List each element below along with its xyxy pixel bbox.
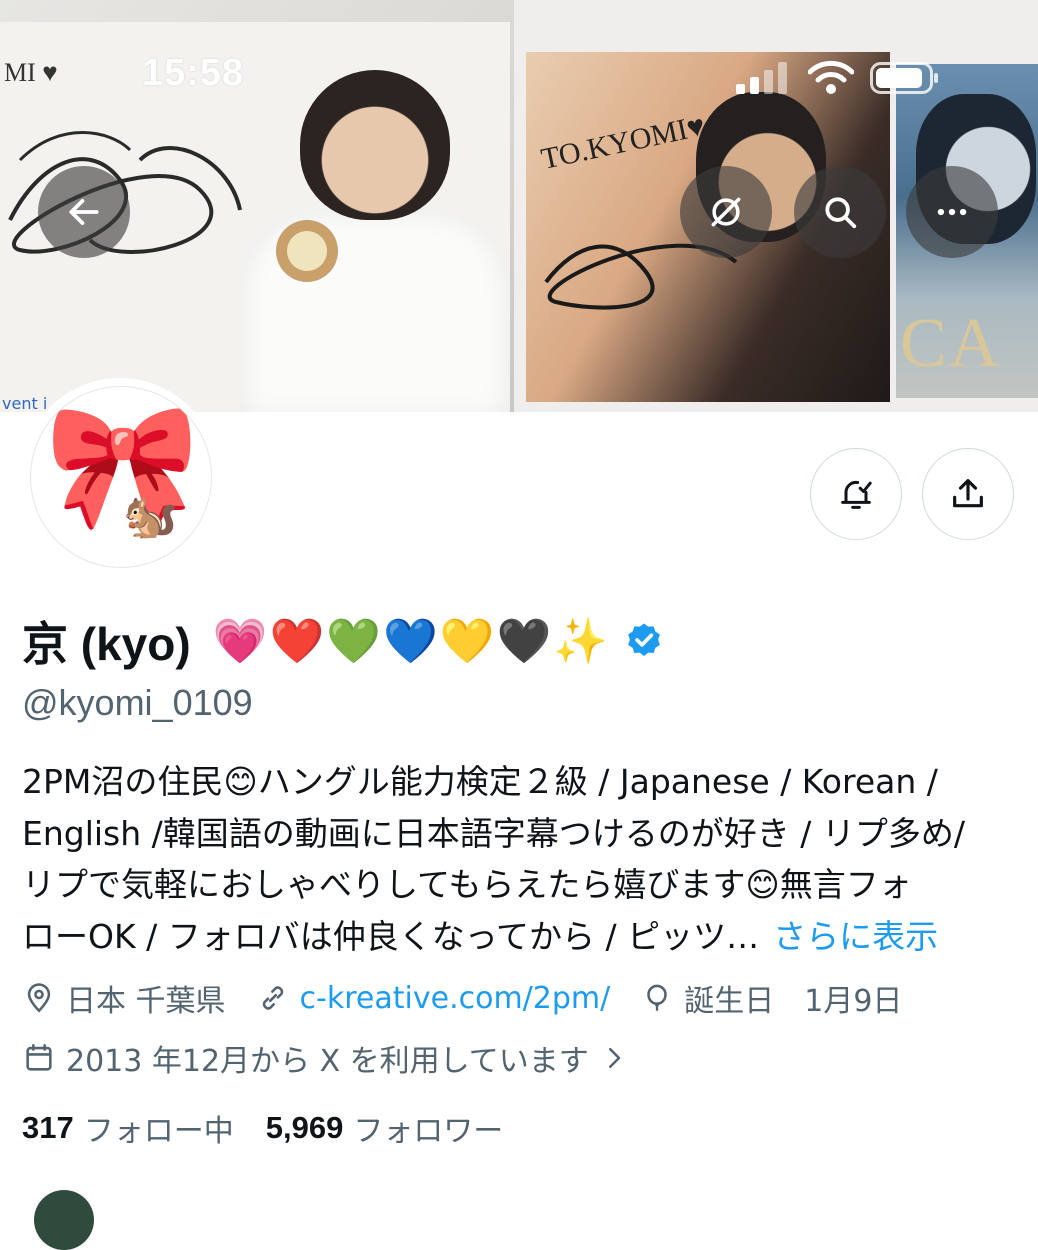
- website[interactable]: c-kreative.com/2pm/: [256, 981, 611, 1016]
- status-icons: [736, 60, 966, 96]
- follow-stats: 317 フォロー中 5,969 フォロワー: [22, 1106, 535, 1150]
- status-time: 15:58: [142, 52, 245, 94]
- birthday: 誕生日 1月9日: [640, 976, 902, 1020]
- share-icon: [953, 479, 983, 508]
- location-text: 日本 千葉県: [66, 984, 226, 1019]
- following-label: フォロー中: [83, 1114, 234, 1149]
- followers-link[interactable]: 5,969 フォロワー: [266, 1106, 536, 1150]
- display-name: 京 (kyo): [22, 618, 191, 670]
- notifications-button[interactable]: [810, 448, 902, 540]
- profile-banner[interactable]: MI ♥ vent i TO.KYOMI♥ CA 15:58: [0, 0, 1038, 412]
- following-count: 317: [22, 1110, 74, 1145]
- verified-badge-icon[interactable]: [624, 621, 664, 661]
- search-button[interactable]: [794, 166, 886, 258]
- battery-icon: [870, 62, 938, 94]
- location-pin-icon: [27, 983, 51, 1013]
- bio-line: リプで気軽におしゃべりしてもらえたら嬉びます😊無言フォ: [22, 865, 912, 904]
- location: 日本 千葉県: [22, 976, 226, 1020]
- calendar-icon: [26, 1043, 52, 1071]
- balloon-icon: [647, 984, 668, 1011]
- profile-name-row: 京 (kyo) 💗❤️💚💙💛🖤✨: [22, 606, 664, 676]
- birthday-value: 1月9日: [804, 984, 903, 1019]
- joined: 2013 年12月から X を利用しています: [22, 1036, 589, 1080]
- sync-off-icon: [711, 197, 741, 227]
- more-horizontal-icon: [937, 208, 967, 216]
- chevron-right-icon: [608, 1048, 621, 1068]
- bio-line: ローOK / フォロバは仲良くなってから / ピッツ…: [22, 916, 760, 956]
- avatar-squirrel: 🐿️: [123, 491, 178, 542]
- search-icon: [825, 197, 857, 229]
- followed-by-avatar[interactable]: [34, 1190, 94, 1250]
- arrow-left-icon: [69, 199, 99, 225]
- followers-count: 5,969: [265, 1110, 344, 1145]
- cellular-signal-icon: [736, 62, 787, 94]
- profile-handle: @kyomi_0109: [22, 682, 253, 723]
- following-link[interactable]: 317 フォロー中: [22, 1106, 266, 1150]
- sync-toggle-button[interactable]: [680, 166, 772, 258]
- link-icon: [262, 986, 283, 1010]
- bio-line: 2PM沼の住民😊ハングル能力検定２級 / Japanese / Korean /: [22, 762, 938, 801]
- banner-photo1-caption: vent i: [2, 394, 48, 412]
- bio-line: English /韓国語の動画に日本語字幕つけるのが好き / リプ多め/: [22, 813, 965, 853]
- profile-avatar[interactable]: 🎀 🐿️: [22, 378, 218, 574]
- banner-photo3-text: CA: [900, 305, 1002, 382]
- birthday-label: 誕生日: [684, 984, 775, 1019]
- joined-text: 2013 年12月から X を利用しています: [66, 1044, 589, 1079]
- profile-meta: 日本 千葉県 c-kreative.com/2pm/ 誕生日 1月9日: [22, 976, 932, 1020]
- followers-label: フォロワー: [353, 1114, 504, 1149]
- profile-bio: 2PM沼の住民😊ハングル能力検定２級 / Japanese / Korean /…: [22, 756, 1022, 962]
- autograph-scribble: [8, 131, 242, 254]
- share-button[interactable]: [922, 448, 1014, 540]
- back-button[interactable]: [38, 166, 130, 258]
- banner-photo1-text: MI ♥: [4, 58, 58, 87]
- bell-check-icon: [841, 480, 872, 509]
- more-button[interactable]: [906, 166, 998, 258]
- joined-row[interactable]: 2013 年12月から X を利用しています: [22, 1036, 629, 1080]
- website-link[interactable]: c-kreative.com/2pm/: [300, 981, 611, 1016]
- show-more-link[interactable]: さらに表示: [773, 917, 938, 956]
- name-emojis: 💗❤️💚💙💛🖤✨: [212, 616, 611, 667]
- wifi-icon: [808, 60, 854, 94]
